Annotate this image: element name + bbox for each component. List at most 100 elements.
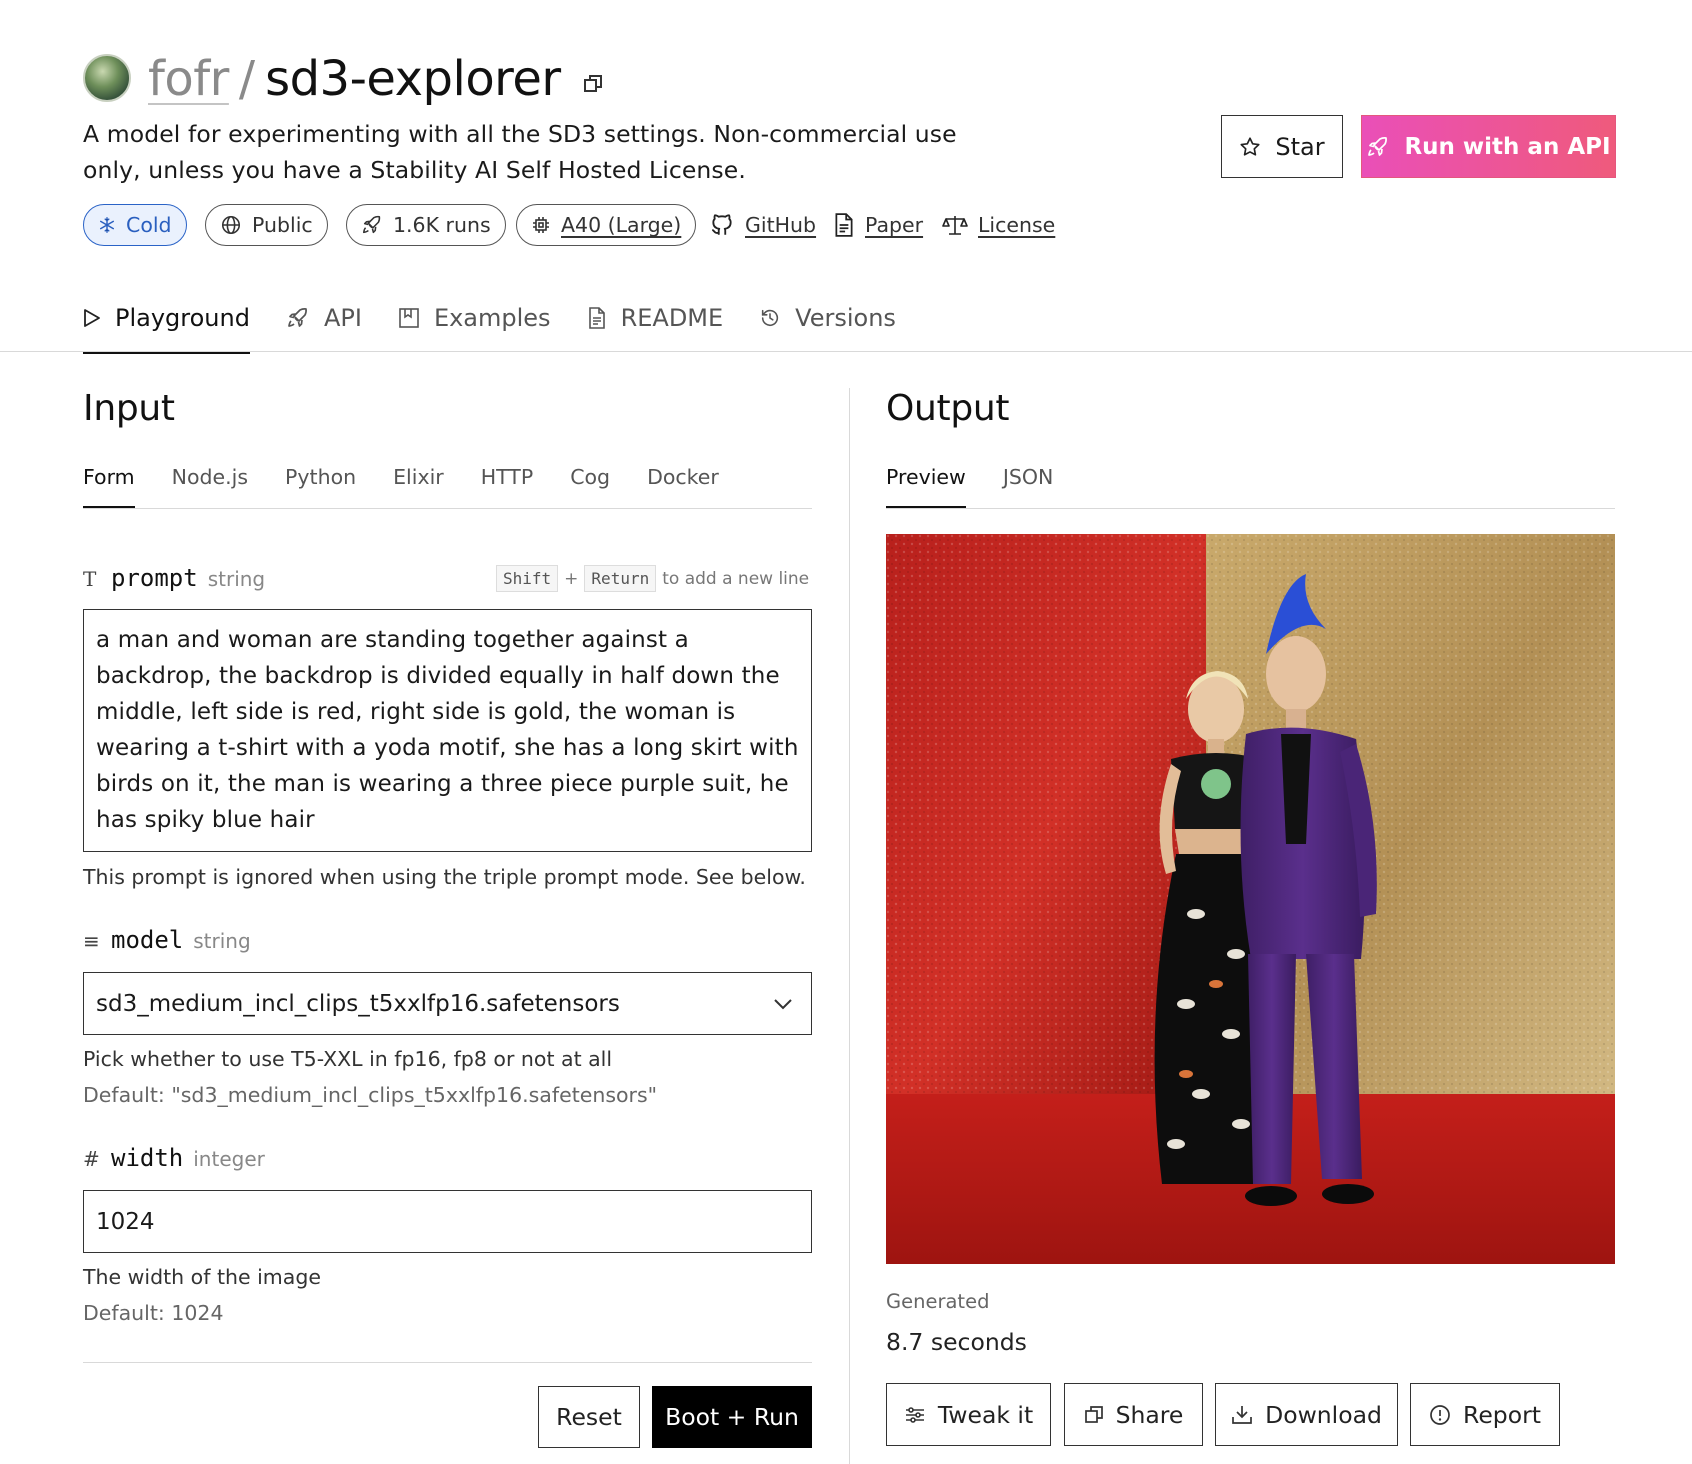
prompt-help: This prompt is ignored when using the tr… [83,865,806,889]
output-heading: Output [886,388,1010,429]
tab-versions[interactable]: Versions [759,290,932,346]
share-label: Share [1115,1400,1184,1429]
tab-examples[interactable]: Examples [398,290,587,346]
column-divider [849,388,850,1464]
download-button[interactable]: Download [1215,1383,1398,1446]
tab-playground-label: Playground [115,304,250,332]
tab-form[interactable]: Form [83,465,135,509]
download-icon [1231,1405,1253,1425]
plus-sign: + [564,568,579,589]
run-with-api-label: Run with an API [1404,133,1611,160]
tab-elixir[interactable]: Elixir [393,465,444,507]
text-type-icon: T [83,567,97,591]
tab-versions-label: Versions [795,304,896,332]
download-label: Download [1265,1400,1382,1429]
document-icon [587,307,607,329]
width-field-name: width [111,1144,184,1172]
generated-label: Generated [886,1290,990,1313]
owner-avatar[interactable] [83,54,131,102]
bookmark-icon [398,307,420,329]
owner-link[interactable]: fofr [148,51,229,107]
model-select[interactable]: sd3_medium_incl_clips_t5xxlfp16.safetens… [83,972,812,1035]
star-icon [1239,136,1261,158]
star-button[interactable]: Star [1221,115,1343,178]
github-link[interactable]: GitHub [709,204,816,246]
generated-time: 8.7 seconds [886,1328,1027,1356]
tweak-label: Tweak it [937,1400,1034,1429]
paper-label: Paper [865,213,924,237]
tab-cog[interactable]: Cog [570,465,610,507]
tab-preview[interactable]: Preview [886,465,966,509]
paper-link[interactable]: Paper [833,204,923,246]
model-description: A model for experimenting with all the S… [83,120,957,184]
tabs-divider [0,351,1692,352]
sliders-icon [904,1405,926,1425]
runs-badge: 1.6K runs [346,204,506,246]
input-format-tabs: Form Node.js Python Elixir HTTP Cog Dock… [83,465,756,509]
report-button[interactable]: Report [1410,1383,1560,1446]
chevron-down-icon [773,998,793,1010]
rocket-icon [1366,135,1390,159]
globe-icon [220,214,242,236]
prompt-name: prompt [111,564,198,592]
tab-python[interactable]: Python [285,465,356,507]
width-field-label: # width integer [83,1144,265,1172]
snowflake-icon [98,216,116,234]
model-field-label: ≡ model string [83,926,251,954]
boot-run-button[interactable]: Boot + Run [652,1386,812,1448]
prompt-textarea[interactable]: a man and woman are standing together ag… [83,609,812,852]
license-label: License [978,213,1056,237]
github-icon [709,212,735,238]
shift-key: Shift [496,565,559,592]
width-input[interactable]: 1024 [83,1190,812,1253]
width-help: The width of the image [83,1265,321,1289]
hardware-label: A40 (Large) [561,213,682,237]
github-label: GitHub [745,213,817,237]
public-label: Public [252,213,313,237]
title-separator: / [238,51,256,107]
model-field-type: string [193,929,251,953]
report-label: Report [1463,1400,1541,1429]
form-footer-divider [83,1362,812,1363]
hardware-badge[interactable]: A40 (Large) [516,204,697,246]
width-field-type: integer [193,1147,265,1171]
copy-icon [1084,1405,1104,1425]
prompt-type: string [207,567,266,591]
license-link[interactable]: License [942,204,1055,246]
copy-icon[interactable] [583,74,603,94]
tab-api[interactable]: API [286,290,398,346]
tab-playground[interactable]: Playground [83,290,286,354]
tab-readme-label: README [620,304,724,332]
document-icon [833,213,855,237]
number-type-icon: # [83,1147,100,1171]
width-default: Default: 1024 [83,1301,224,1325]
input-tabs-divider [83,508,812,509]
output-image[interactable] [886,534,1615,1264]
model-field-name: model [111,926,184,954]
tab-api-label: API [323,304,362,332]
play-icon [83,308,101,328]
tab-docker[interactable]: Docker [647,465,719,507]
newline-hint-text: to add a new line [662,568,810,589]
chip-icon [531,215,551,235]
tab-http[interactable]: HTTP [481,465,533,507]
prompt-field-label: T prompt string [83,564,265,592]
rocket-icon [286,306,310,330]
tab-readme[interactable]: README [587,290,760,346]
tab-examples-label: Examples [433,304,551,332]
main-tabs: Playground API Examples README Versions [83,290,932,354]
alert-circle-icon [1429,1404,1451,1426]
status-badge-cold: Cold [83,204,187,246]
newline-hint: Shift + Return to add a new line [496,565,809,592]
share-button[interactable]: Share [1064,1383,1203,1446]
return-key: Return [584,565,657,592]
tweak-button[interactable]: Tweak it [886,1383,1051,1446]
history-icon [759,307,781,329]
tab-json[interactable]: JSON [1003,465,1054,507]
model-default: Default: "sd3_medium_incl_clips_t5xxlfp1… [83,1083,658,1107]
run-with-api-button[interactable]: Run with an API [1361,115,1616,178]
reset-button[interactable]: Reset [538,1386,640,1448]
visibility-badge: Public [205,204,328,246]
model-help: Pick whether to use T5-XXL in fp16, fp8 … [83,1047,613,1071]
tab-nodejs[interactable]: Node.js [172,465,248,507]
